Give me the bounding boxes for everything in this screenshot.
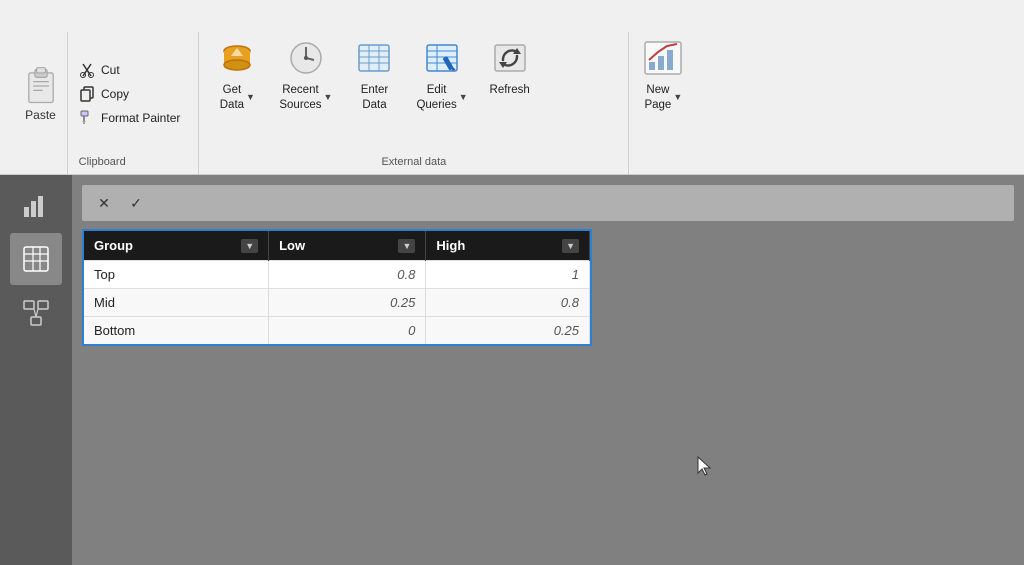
sidebar-icon-table[interactable] [10,233,62,285]
recent-sources-button[interactable]: Recent Sources ▼ [271,32,340,135]
get-data-icon [215,36,259,80]
table-row[interactable]: Bottom00.25 [84,317,590,345]
new-page-icon [641,36,685,80]
refresh-label: Refresh [490,83,530,98]
cell-high-2: 0.25 [426,317,590,345]
cell-low-0: 0.8 [269,261,426,289]
cell-high-0: 1 [426,261,590,289]
cell-low-2: 0 [269,317,426,345]
header-group[interactable]: Group ▼ [84,231,269,261]
toolbar-row: ✕ ✓ [82,185,1014,221]
new-page-dropdown-arrow: ▼ [673,92,682,104]
cell-low-1: 0.25 [269,289,426,317]
cut-button[interactable]: Cut [74,59,184,81]
high-dropdown-arrow[interactable]: ▼ [562,239,579,253]
check-icon: ✓ [130,195,142,212]
ribbon-tabs [0,0,1024,28]
edit-queries-button[interactable]: Edit Queries ▼ [408,32,475,135]
edit-queries-dropdown-arrow: ▼ [459,92,468,104]
edit-queries-label: Edit Queries ▼ [416,83,467,113]
group-dropdown-arrow[interactable]: ▼ [241,239,258,253]
cut-icon [78,61,96,79]
new-page-button[interactable]: New Page ▼ [633,32,693,135]
paste-label: Paste [25,108,56,122]
edit-queries-icon [420,36,464,80]
cell-group-1: Mid [84,289,269,317]
copy-icon [78,85,96,103]
content-area: ✕ ✓ Group ▼ [72,175,1024,565]
format-painter-label: Format Painter [101,111,180,125]
ribbon-content: Paste Cut [0,28,1024,174]
recent-sources-dropdown-arrow: ▼ [324,92,333,104]
format-painter-icon [78,109,96,127]
table-row[interactable]: Top0.81 [84,261,590,289]
refresh-icon [488,36,532,80]
cell-group-2: Bottom [84,317,269,345]
enter-data-icon [352,36,396,80]
recent-sources-icon [284,36,328,80]
cell-group-0: Top [84,261,269,289]
ribbon: Paste Cut [0,0,1024,175]
table-row[interactable]: Mid0.250.8 [84,289,590,317]
copy-label: Copy [101,87,129,101]
bottom-area: ✕ ✓ Group ▼ [0,175,1024,565]
external-data-label: External data [381,156,446,168]
sidebar-icon-model[interactable] [10,287,62,339]
external-data-group: Get Data ▼ Recent Sources [199,32,629,174]
get-data-label: Get Data ▼ [220,83,255,113]
sidebar [0,175,72,565]
enter-data-label: Enter Data [361,83,389,113]
paste-icon [21,66,61,106]
refresh-button[interactable]: Refresh [480,32,540,120]
data-table: Group ▼ Low ▼ High [84,231,590,344]
close-button[interactable]: ✕ [90,189,118,217]
cell-high-1: 0.8 [426,289,590,317]
get-data-button[interactable]: Get Data ▼ [207,32,267,135]
clipboard-right: Cut Copy [68,32,190,174]
format-painter-button[interactable]: Format Painter [74,107,184,129]
copy-button[interactable]: Copy [74,83,184,105]
header-high[interactable]: High ▼ [426,231,590,261]
enter-data-button[interactable]: Enter Data [344,32,404,135]
new-page-label: New Page ▼ [644,83,682,113]
sidebar-icon-bar-chart[interactable] [10,179,62,231]
get-data-dropdown-arrow: ▼ [246,92,255,104]
new-page-group: New Page ▼ [629,32,697,174]
close-icon: ✕ [98,195,110,212]
recent-sources-label: Recent Sources ▼ [279,83,332,113]
low-dropdown-arrow[interactable]: ▼ [398,239,415,253]
clipboard-group: Paste Cut [6,32,199,174]
table-container: Group ▼ Low ▼ High [82,229,592,346]
confirm-button[interactable]: ✓ [122,189,150,217]
paste-button[interactable]: Paste [14,32,68,174]
clipboard-label: Clipboard [79,156,126,168]
cut-label: Cut [101,63,120,77]
header-low[interactable]: Low ▼ [269,231,426,261]
